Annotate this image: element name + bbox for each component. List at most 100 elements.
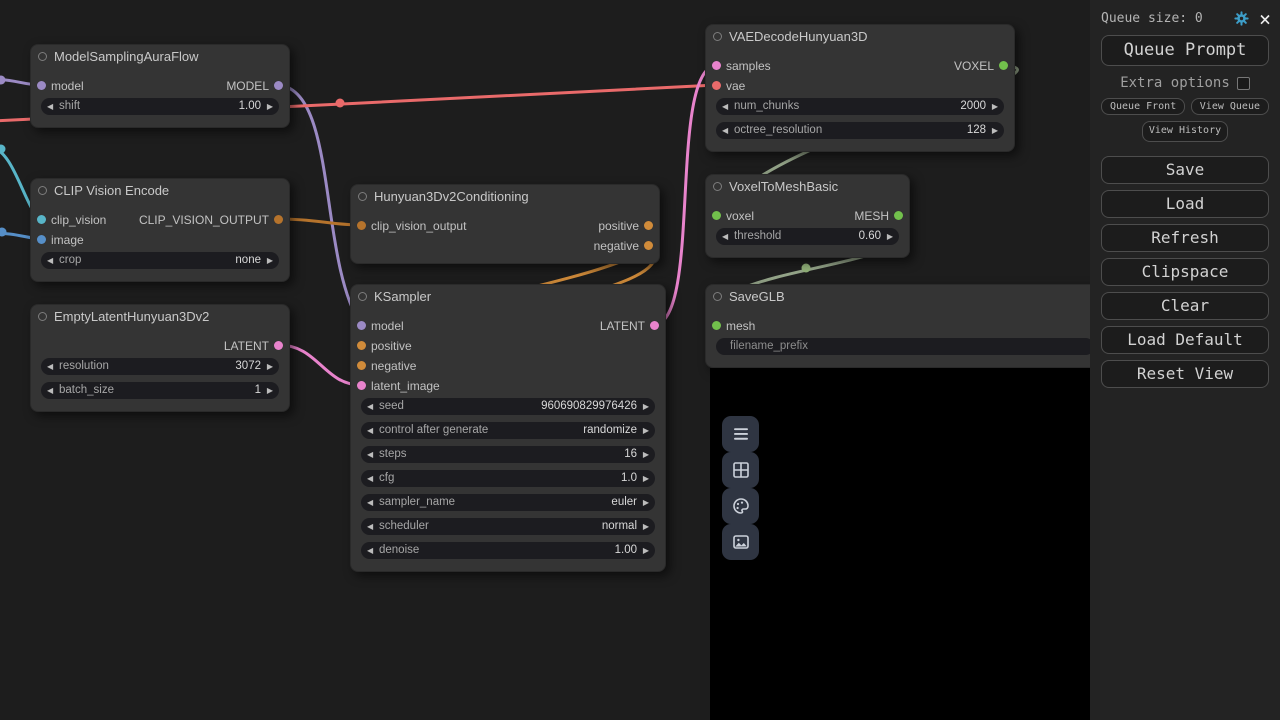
collapse-dot-icon[interactable] (358, 192, 367, 201)
decrement-arrow-icon[interactable]: ◀ (47, 382, 53, 399)
node-title-bar[interactable]: ModelSamplingAuraFlow (31, 45, 289, 67)
decrement-arrow-icon[interactable]: ◀ (47, 358, 53, 375)
widget-steps[interactable]: ◀steps16▶ (361, 446, 655, 463)
widget-batch_size[interactable]: ◀batch_size1▶ (41, 382, 279, 399)
collapse-dot-icon[interactable] (358, 292, 367, 301)
node-clip-vision-encode[interactable]: CLIP Vision Encodeclip_visionCLIP_VISION… (30, 178, 290, 282)
widget-resolution[interactable]: ◀resolution3072▶ (41, 358, 279, 375)
output-slot-MESH[interactable] (894, 211, 903, 220)
widget-num_chunks[interactable]: ◀num_chunks2000▶ (716, 98, 1004, 115)
node-title-bar[interactable]: CLIP Vision Encode (31, 179, 289, 201)
view-history-button[interactable]: View History (1142, 121, 1228, 142)
decrement-arrow-icon[interactable]: ◀ (367, 422, 373, 439)
node-title-bar[interactable]: VoxelToMeshBasic (706, 175, 909, 197)
node-title-bar[interactable]: VAEDecodeHunyuan3D (706, 25, 1014, 47)
input-slot-voxel[interactable] (712, 211, 721, 220)
increment-arrow-icon[interactable]: ▶ (643, 494, 649, 511)
input-slot-mesh[interactable] (712, 321, 721, 330)
widget-sampler_name[interactable]: ◀sampler_nameeuler▶ (361, 494, 655, 511)
widget-seed[interactable]: ◀seed960690829976426▶ (361, 398, 655, 415)
node-vaedecodehunyuan3d[interactable]: VAEDecodeHunyuan3DsamplesVOXELvae◀num_ch… (705, 24, 1015, 152)
widget-scheduler[interactable]: ◀schedulernormal▶ (361, 518, 655, 535)
output-slot-MODEL[interactable] (274, 81, 283, 90)
decrement-arrow-icon[interactable]: ◀ (367, 470, 373, 487)
increment-arrow-icon[interactable]: ▶ (992, 122, 998, 139)
collapse-dot-icon[interactable] (713, 292, 722, 301)
node-voxeltomeshbasic[interactable]: VoxelToMeshBasicvoxelMESH◀threshold0.60▶ (705, 174, 910, 258)
collapse-dot-icon[interactable] (38, 52, 47, 61)
decrement-arrow-icon[interactable]: ◀ (722, 228, 728, 245)
output-slot-VOXEL[interactable] (999, 61, 1008, 70)
widget-crop[interactable]: ◀cropnone▶ (41, 252, 279, 269)
input-slot-samples[interactable] (712, 61, 721, 70)
output-slot-LATENT[interactable] (650, 321, 659, 330)
decrement-arrow-icon[interactable]: ◀ (47, 98, 53, 115)
output-slot-negative[interactable] (644, 241, 653, 250)
widget-filename_prefix[interactable]: filename_prefix (716, 338, 1090, 355)
node-saveglb[interactable]: SaveGLBmeshfilename_prefix (705, 284, 1090, 368)
node-emptylatenthunyuan3dv2[interactable]: EmptyLatentHunyuan3Dv2LATENT◀resolution3… (30, 304, 290, 412)
decrement-arrow-icon[interactable]: ◀ (367, 446, 373, 463)
preview-image-button[interactable] (722, 524, 759, 560)
collapse-dot-icon[interactable] (38, 312, 47, 321)
node-title-bar[interactable]: Hunyuan3Dv2Conditioning (351, 185, 659, 207)
increment-arrow-icon[interactable]: ▶ (267, 98, 273, 115)
increment-arrow-icon[interactable]: ▶ (887, 228, 893, 245)
increment-arrow-icon[interactable]: ▶ (643, 422, 649, 439)
input-slot-clip_vision_output[interactable] (357, 221, 366, 230)
extra-options-checkbox[interactable] (1237, 77, 1250, 90)
clear-button[interactable]: Clear (1101, 292, 1269, 320)
preview-menu-button[interactable] (722, 416, 759, 452)
decrement-arrow-icon[interactable]: ◀ (47, 252, 53, 269)
view-queue-button[interactable]: View Queue (1191, 98, 1269, 115)
queue-front-button[interactable]: Queue Front (1101, 98, 1185, 115)
decrement-arrow-icon[interactable]: ◀ (367, 518, 373, 535)
widget-cfg[interactable]: ◀cfg1.0▶ (361, 470, 655, 487)
input-slot-vae[interactable] (712, 81, 721, 90)
input-slot-negative[interactable] (357, 361, 366, 370)
increment-arrow-icon[interactable]: ▶ (643, 446, 649, 463)
decrement-arrow-icon[interactable]: ◀ (367, 398, 373, 415)
node-ksampler[interactable]: KSamplermodelLATENTpositivenegativelaten… (350, 284, 666, 572)
settings-gear-icon[interactable] (1233, 10, 1250, 27)
collapse-dot-icon[interactable] (38, 186, 47, 195)
input-slot-latent_image[interactable] (357, 381, 366, 390)
output-slot-positive[interactable] (644, 221, 653, 230)
queue-prompt-button[interactable]: Queue Prompt (1101, 35, 1269, 66)
decrement-arrow-icon[interactable]: ◀ (367, 494, 373, 511)
load-default-button[interactable]: Load Default (1101, 326, 1269, 354)
input-slot-clip_vision[interactable] (37, 215, 46, 224)
widget-shift[interactable]: ◀shift1.00▶ (41, 98, 279, 115)
node-title-bar[interactable]: KSampler (351, 285, 665, 307)
increment-arrow-icon[interactable]: ▶ (643, 542, 649, 559)
collapse-dot-icon[interactable] (713, 182, 722, 191)
increment-arrow-icon[interactable]: ▶ (643, 398, 649, 415)
3d-preview-viewport[interactable] (710, 368, 1090, 720)
increment-arrow-icon[interactable]: ▶ (267, 382, 273, 399)
increment-arrow-icon[interactable]: ▶ (992, 98, 998, 115)
node-hunyuan3dv2conditioning[interactable]: Hunyuan3Dv2Conditioningclip_vision_outpu… (350, 184, 660, 264)
load-button[interactable]: Load (1101, 190, 1269, 218)
increment-arrow-icon[interactable]: ▶ (643, 518, 649, 535)
input-slot-positive[interactable] (357, 341, 366, 350)
collapse-dot-icon[interactable] (713, 32, 722, 41)
input-slot-image[interactable] (37, 235, 46, 244)
node-modelsamplingauraflow[interactable]: ModelSamplingAuraFlowmodelMODEL◀shift1.0… (30, 44, 290, 128)
decrement-arrow-icon[interactable]: ◀ (722, 122, 728, 139)
input-slot-model[interactable] (37, 81, 46, 90)
increment-arrow-icon[interactable]: ▶ (267, 358, 273, 375)
output-slot-CLIP_VISION_OUTPUT[interactable] (274, 215, 283, 224)
increment-arrow-icon[interactable]: ▶ (643, 470, 649, 487)
node-title-bar[interactable]: SaveGLB (706, 285, 1090, 307)
close-icon[interactable]: × (1259, 11, 1271, 27)
output-slot-LATENT[interactable] (274, 341, 283, 350)
node-title-bar[interactable]: EmptyLatentHunyuan3Dv2 (31, 305, 289, 327)
save-button[interactable]: Save (1101, 156, 1269, 184)
widget-octree_resolution[interactable]: ◀octree_resolution128▶ (716, 122, 1004, 139)
node-canvas[interactable]: ModelSamplingAuraFlowmodelMODEL◀shift1.0… (0, 0, 1090, 720)
clipspace-button[interactable]: Clipspace (1101, 258, 1269, 286)
widget-denoise[interactable]: ◀denoise1.00▶ (361, 542, 655, 559)
increment-arrow-icon[interactable]: ▶ (267, 252, 273, 269)
decrement-arrow-icon[interactable]: ◀ (367, 542, 373, 559)
reset-view-button[interactable]: Reset View (1101, 360, 1269, 388)
